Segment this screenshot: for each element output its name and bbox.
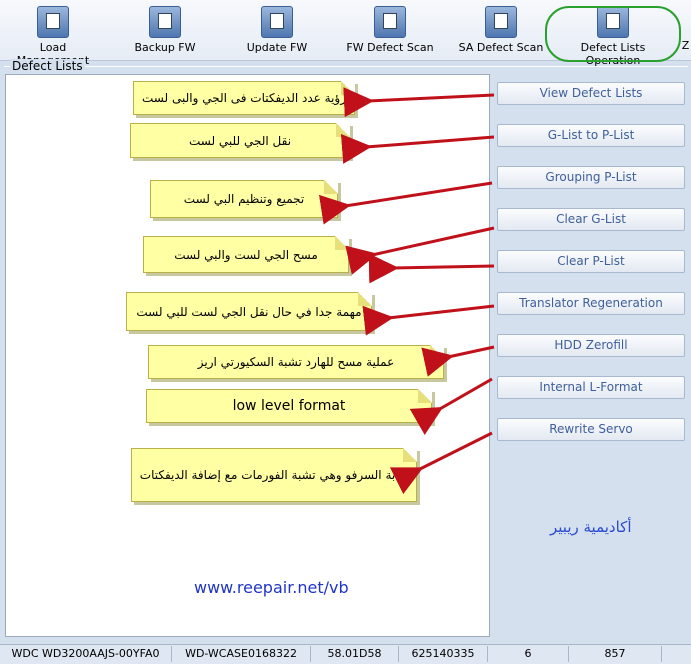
status-firmware: 58.01D58 xyxy=(311,646,399,662)
brand-text: أكاديمية ريبير xyxy=(550,518,632,536)
arrow-clear-g-list xyxy=(345,226,495,275)
arrow-hdd-zerofill xyxy=(421,345,495,377)
arrow-internal-l-format xyxy=(409,377,493,435)
status-bar: WDC WD3200AAJS-00YFA0 WD-WCASE0168322 58… xyxy=(0,644,691,664)
watermark-url: www.reepair.net/vb xyxy=(194,578,349,597)
arrow-rewrite-servo xyxy=(389,431,493,495)
status-extra xyxy=(662,646,690,662)
status-lba: 625140335 xyxy=(399,646,488,662)
status-heads: 6 xyxy=(488,646,569,662)
arrow-clear-p-list xyxy=(368,253,495,284)
arrow-view-defect-lists xyxy=(343,87,495,118)
status-serial: WD-WCASE0168322 xyxy=(172,646,311,662)
status-value: 857 xyxy=(569,646,662,662)
arrow-g-list-to-p-list xyxy=(340,133,495,164)
status-model: WDC WD3200AAJS-00YFA0 xyxy=(0,646,172,662)
arrows-overlay xyxy=(318,87,495,495)
arrow-translator-regeneration xyxy=(362,304,495,336)
arrow-grouping-p-list xyxy=(318,181,493,225)
